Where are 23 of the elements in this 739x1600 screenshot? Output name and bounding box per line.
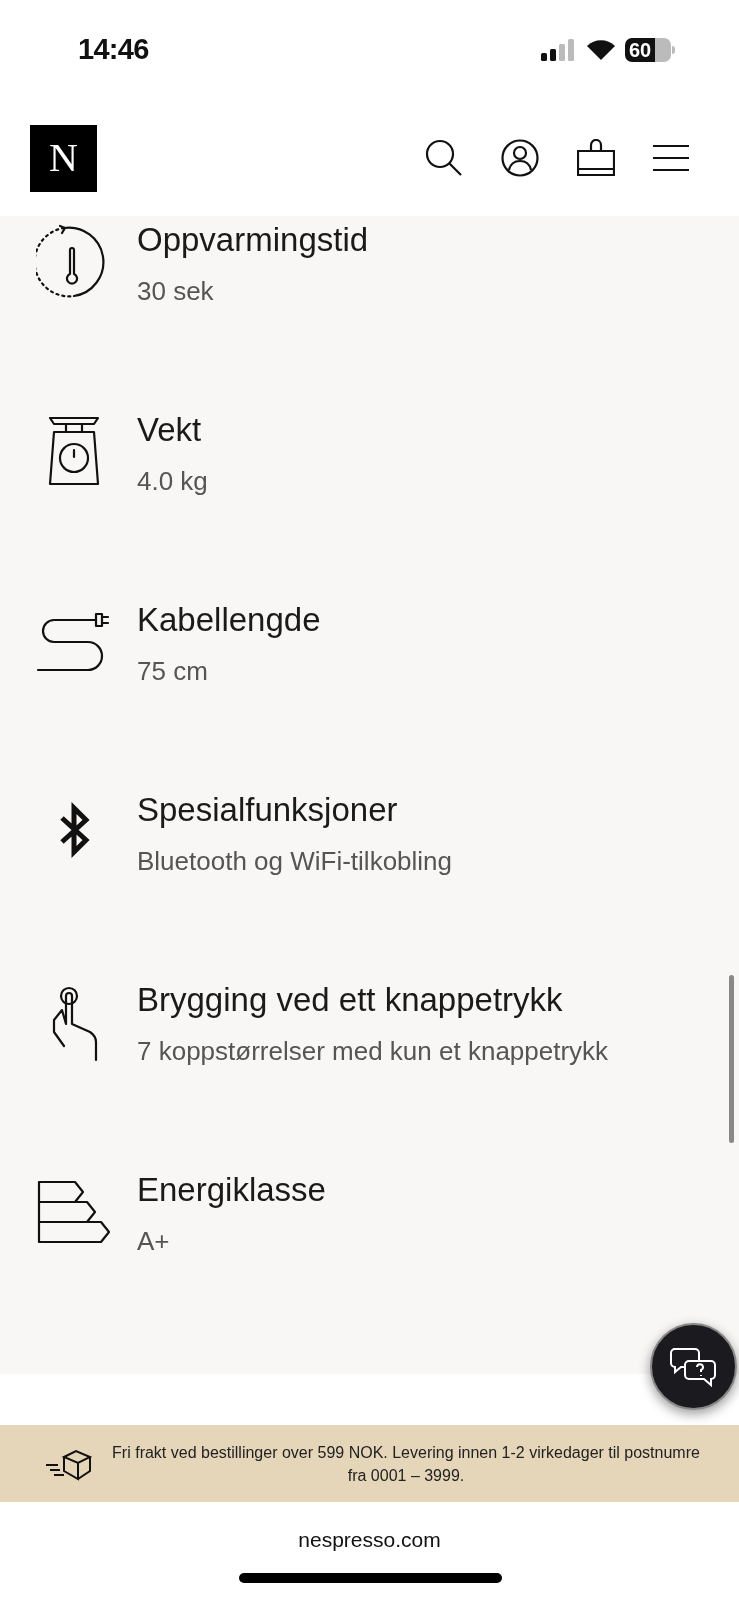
spec-title: Brygging ved ett knappetrykk (137, 982, 564, 1018)
spec-value: A+ (137, 1226, 171, 1256)
shipping-info: Fri frakt ved bestillinger over 599 NOK. Levering innen 1-2 virkedager til postnumre fra 0001 – 3999. (111, 1442, 701, 1486)
spec-title: Energiklasse (137, 1172, 326, 1208)
brand-logo[interactable]: N (30, 124, 97, 192)
spec-value: 7 koppstørrelser med kun et knappetrykk (137, 1036, 609, 1066)
signal-icon (541, 38, 577, 62)
url-text[interactable]: nespresso.com (298, 1524, 441, 1556)
spec-value: 30 sek (137, 276, 215, 306)
spec-value: 75 cm (137, 656, 209, 686)
menu-icon[interactable] (653, 144, 689, 172)
wifi-icon (585, 38, 617, 62)
spec-title: Oppvarmingstid (137, 222, 369, 258)
shopping-bag-icon[interactable] (577, 139, 615, 177)
spec-title: Vekt (137, 412, 203, 448)
battery-level: 60 (625, 38, 671, 62)
spec-title: Kabellengde (137, 602, 321, 638)
clock-time: 14:46 (78, 32, 149, 68)
account-icon[interactable] (501, 139, 539, 177)
spec-title: Spesialfunksjoner (137, 792, 399, 828)
spec-value: Bluetooth og WiFi-tilkobling (137, 846, 453, 876)
spec-value: 4.0 kg (137, 466, 208, 496)
search-icon[interactable] (425, 139, 463, 177)
